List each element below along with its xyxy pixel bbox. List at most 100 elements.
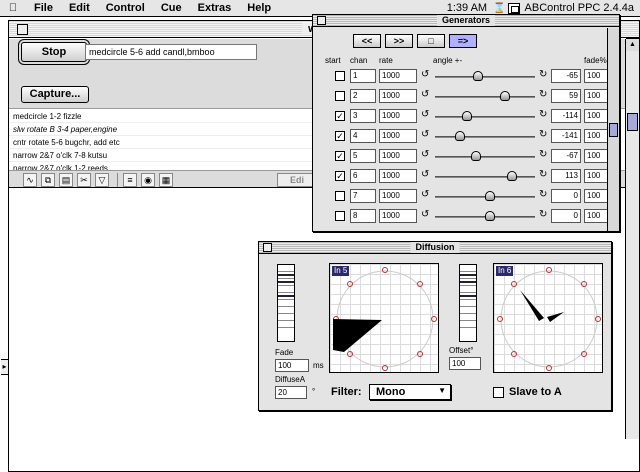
rotate-cw-icon[interactable]: ↻ (539, 149, 547, 160)
waveform-tool-icon[interactable]: ∿ (23, 173, 37, 187)
fast-forward-button[interactable]: >> (385, 34, 413, 48)
start-checkbox[interactable]: ✓ (335, 111, 345, 121)
filter-tool-icon[interactable]: ▽ (95, 173, 109, 187)
rotate-ccw-icon[interactable]: ↺ (421, 129, 429, 140)
generators-titlebar[interactable]: Generators (313, 15, 619, 27)
rate-field[interactable]: 1000 (379, 149, 417, 163)
marker-tool-icon[interactable]: ◉ (141, 173, 155, 187)
application-menu-label[interactable]: ABControl PPC 2.4.4a (523, 2, 640, 14)
stop-generators-button[interactable]: □ (417, 34, 445, 48)
menu-control[interactable]: Control (98, 2, 153, 14)
start-checkbox[interactable] (335, 71, 345, 81)
paste-tool-icon[interactable]: ▤ (59, 173, 73, 187)
cue-row[interactable]: slw rotate B 3-4 paper,engine (9, 123, 315, 136)
close-box-icon[interactable] (17, 24, 28, 35)
rotate-cw-icon[interactable]: ↻ (539, 89, 547, 100)
angle-slider-knob[interactable] (485, 191, 496, 201)
rate-field[interactable]: 1000 (379, 189, 417, 203)
angle-slider-track[interactable] (435, 96, 535, 98)
main-window-scrollbar[interactable]: ▲ (625, 38, 639, 439)
diffuse-field[interactable]: 20 (275, 386, 307, 399)
angle-field[interactable]: 59 (551, 89, 581, 103)
copy-tool-icon[interactable]: ⧉ (41, 173, 55, 187)
offset-field[interactable]: 100 (449, 357, 481, 370)
cut-tool-icon[interactable]: ✂ (77, 173, 91, 187)
generators-close-icon[interactable] (317, 16, 326, 25)
angle-slider-track[interactable] (435, 76, 535, 78)
menu-file[interactable]: File (26, 2, 61, 14)
start-checkbox[interactable]: ✓ (335, 131, 345, 141)
rate-field[interactable]: 1000 (379, 129, 417, 143)
menu-help[interactable]: Help (239, 2, 279, 14)
angle-slider-knob[interactable] (507, 171, 517, 181)
rotate-ccw-icon[interactable]: ↺ (421, 189, 429, 200)
menu-clock[interactable]: 1:39 AM (443, 2, 491, 14)
rotate-cw-icon[interactable]: ↻ (539, 69, 547, 80)
menu-cue[interactable]: Cue (153, 2, 190, 14)
diffusion-titlebar[interactable]: Diffusion (259, 242, 611, 254)
channel-field[interactable]: 8 (350, 209, 376, 223)
rotate-cw-icon[interactable]: ↻ (539, 169, 547, 180)
start-checkbox[interactable]: ✓ (335, 151, 345, 161)
angle-field[interactable]: -67 (551, 149, 581, 163)
rate-field[interactable]: 1000 (379, 209, 417, 223)
angle-slider-knob[interactable] (499, 91, 510, 101)
start-checkbox[interactable]: ✓ (335, 171, 345, 181)
rotate-cw-icon[interactable]: ↻ (539, 189, 547, 200)
stop-button[interactable]: Stop (21, 42, 87, 62)
channel-field[interactable]: 1 (350, 69, 376, 83)
rate-field[interactable]: 1000 (379, 109, 417, 123)
channel-field[interactable]: 2 (350, 89, 376, 103)
angle-slider-knob[interactable] (471, 151, 481, 161)
rate-field[interactable]: 1000 (379, 89, 417, 103)
scroll-up-icon[interactable]: ▲ (626, 38, 639, 51)
diffusion-close-icon[interactable] (263, 243, 272, 252)
angle-field[interactable]: 0 (551, 189, 581, 203)
filter-popup[interactable]: Mono ▼ (369, 384, 451, 400)
channel-field[interactable]: 7 (350, 189, 376, 203)
angle-field[interactable]: 113 (551, 169, 581, 183)
edit-button[interactable]: Edi (277, 173, 317, 187)
angle-slider-track[interactable] (435, 176, 535, 178)
generators-scroll-thumb[interactable] (609, 123, 618, 137)
angle-field[interactable]: -114 (551, 109, 581, 123)
angle-slider-track[interactable] (435, 156, 535, 158)
slave-to-a-label[interactable]: Slave to A (509, 386, 562, 398)
angle-slider-knob[interactable] (462, 111, 472, 121)
cue-row[interactable]: narrow 2&7 o'clk 7-8 kutsu (9, 149, 315, 162)
apple-menu-icon[interactable]:  (0, 2, 26, 14)
angle-field[interactable]: 0 (551, 209, 581, 223)
angle-slider-track[interactable] (435, 116, 535, 118)
fade-field[interactable]: 100 (275, 359, 309, 372)
rotate-ccw-icon[interactable]: ↺ (421, 209, 429, 220)
application-menu-icon[interactable] (507, 2, 520, 14)
start-checkbox[interactable] (335, 191, 345, 201)
angle-slider-track[interactable] (435, 136, 535, 138)
left-edge-marker-icon[interactable]: ▸ (1, 359, 9, 375)
next-button[interactable]: => (449, 34, 477, 48)
angle-field[interactable]: -141 (551, 129, 581, 143)
cue-row[interactable]: cntr rotate 5-6 bugchr, add etc (9, 136, 315, 149)
angle-slider-knob[interactable] (485, 211, 496, 221)
rate-field[interactable]: 1000 (379, 169, 417, 183)
menu-edit[interactable]: Edit (61, 2, 98, 14)
rotate-ccw-icon[interactable]: ↺ (421, 169, 429, 180)
cue-command-field[interactable]: medcircle 5-6 add candl,bmboo (85, 44, 257, 60)
start-checkbox[interactable] (335, 211, 345, 221)
start-checkbox[interactable] (335, 91, 345, 101)
rewind-button[interactable]: << (353, 34, 381, 48)
cue-row[interactable]: medcircle 1-2 fizzle (9, 110, 315, 123)
capture-button[interactable]: Capture... (21, 86, 89, 103)
scroll-thumb[interactable] (627, 113, 638, 131)
rotate-ccw-icon[interactable]: ↺ (421, 109, 429, 120)
channel-field[interactable]: 5 (350, 149, 376, 163)
menu-extras[interactable]: Extras (190, 2, 240, 14)
angle-field[interactable]: -65 (551, 69, 581, 83)
generators-scrollbar[interactable] (607, 28, 619, 231)
rotate-ccw-icon[interactable]: ↺ (421, 89, 429, 100)
rotate-cw-icon[interactable]: ↻ (539, 129, 547, 140)
grid-tool-icon[interactable]: ▦ (159, 173, 173, 187)
channel-field[interactable]: 6 (350, 169, 376, 183)
rotate-cw-icon[interactable]: ↻ (539, 109, 547, 120)
rotate-ccw-icon[interactable]: ↺ (421, 149, 429, 160)
